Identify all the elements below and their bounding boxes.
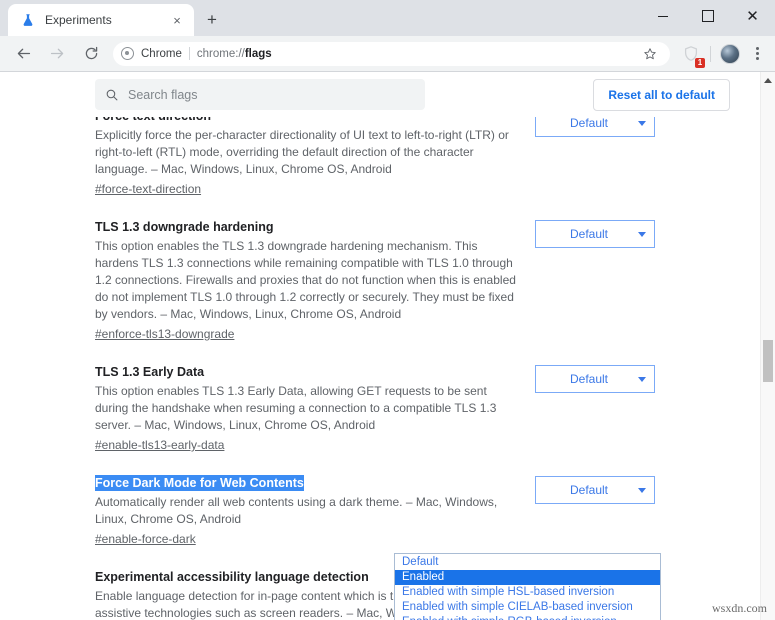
- browser-tab[interactable]: Experiments ×: [8, 4, 194, 36]
- omnibox-url-suffix: flags: [244, 47, 272, 60]
- flag-title: Force Dark Mode for Web Contents: [95, 475, 304, 491]
- omnibox-scheme-label: Chrome: [141, 47, 182, 60]
- extension-badge: 1: [695, 57, 705, 68]
- omnibox-url: chrome://flags: [197, 48, 272, 60]
- dropdown-option[interactable]: Default: [395, 555, 660, 570]
- forward-icon[interactable]: [43, 40, 71, 68]
- chrome-page-icon: [121, 47, 134, 60]
- maximize-button[interactable]: [685, 0, 730, 32]
- flag-row: TLS 1.3 Early Data This option enables T…: [95, 351, 735, 462]
- tab-title: Experiments: [45, 13, 112, 27]
- reload-icon[interactable]: [77, 40, 105, 68]
- chevron-down-icon: [638, 120, 646, 126]
- flag-select[interactable]: Default: [535, 220, 655, 248]
- omnibox-divider: [188, 47, 190, 60]
- flag-description: Explicitly force the per-character direc…: [95, 128, 509, 176]
- flag-title: Experimental accessibility language dete…: [95, 570, 369, 584]
- flag-row: TLS 1.3 downgrade hardening This option …: [95, 206, 735, 351]
- toolbar-divider: [710, 45, 711, 62]
- browser-window: Experiments × + ✕ Chrome chrome://flags …: [0, 0, 775, 620]
- flag-info: Force Dark Mode for Web Contents Automat…: [95, 474, 535, 548]
- flags-sticky-header: Reset all to default: [0, 72, 760, 117]
- page-area: Reset all to default Force text directio…: [0, 72, 775, 620]
- chevron-down-icon: [638, 231, 646, 237]
- flag-anchor-link[interactable]: #force-text-direction: [95, 182, 201, 196]
- chevron-down-icon: [638, 487, 646, 493]
- flag-select[interactable]: Default: [535, 365, 655, 393]
- page-scrollbar[interactable]: [760, 72, 775, 620]
- omnibox-url-prefix: chrome://: [196, 47, 245, 60]
- title-bar: Experiments × + ✕: [0, 0, 775, 36]
- tab-strip: Experiments × +: [0, 0, 226, 36]
- flag-control: Default: [535, 363, 655, 393]
- flag-description: This option enables TLS 1.3 Early Data, …: [95, 384, 497, 432]
- scrollbar-thumb[interactable]: [763, 340, 773, 382]
- flag-description: This option enables the TLS 1.3 downgrad…: [95, 239, 516, 321]
- flag-title: TLS 1.3 downgrade hardening: [95, 220, 274, 234]
- flag-select-value: Default: [569, 483, 609, 497]
- flag-anchor-link[interactable]: #enforce-tls13-downgrade: [95, 327, 234, 341]
- scroll-up-arrow-icon[interactable]: [761, 73, 775, 87]
- chevron-down-icon: [638, 376, 646, 382]
- window-close-button[interactable]: ✕: [730, 0, 775, 32]
- flag-anchor-link[interactable]: #enable-tls13-early-data: [95, 438, 224, 452]
- flag-info: Force text direction Explicitly force th…: [95, 107, 535, 198]
- search-input[interactable]: [128, 87, 415, 102]
- flag-info: TLS 1.3 downgrade hardening This option …: [95, 218, 535, 343]
- flask-icon: [20, 12, 36, 28]
- flag-control: Default: [535, 218, 655, 248]
- minimize-button[interactable]: [640, 0, 685, 32]
- reset-all-to-default-button[interactable]: Reset all to default: [593, 78, 730, 111]
- window-controls: ✕: [640, 0, 775, 32]
- flag-select-value: Default: [569, 227, 609, 241]
- search-flags-box[interactable]: [95, 79, 425, 110]
- dropdown-option[interactable]: Enabled: [395, 570, 660, 585]
- back-icon[interactable]: [9, 40, 37, 68]
- dropdown-option[interactable]: Enabled with simple RGB-based inversion: [395, 615, 660, 620]
- flag-control: Default: [535, 474, 655, 504]
- dropdown-option[interactable]: Enabled with simple CIELAB-based inversi…: [395, 600, 660, 615]
- flag-title: TLS 1.3 Early Data: [95, 365, 205, 379]
- flag-description: Automatically render all web contents us…: [95, 495, 498, 526]
- flag-row-force-dark: Force Dark Mode for Web Contents Automat…: [95, 462, 735, 556]
- flag-select-force-dark[interactable]: Default: [535, 476, 655, 504]
- flag-list: Force text direction Explicitly force th…: [0, 109, 760, 620]
- new-tab-button[interactable]: +: [198, 6, 226, 34]
- close-icon[interactable]: ×: [169, 12, 185, 28]
- extension-icon[interactable]: 1: [678, 41, 705, 68]
- flag-select-value: Default: [569, 372, 609, 386]
- flag-anchor-link[interactable]: #enable-force-dark: [95, 532, 196, 546]
- search-icon: [105, 88, 119, 102]
- flag-info: TLS 1.3 Early Data This option enables T…: [95, 363, 535, 454]
- three-dot-menu-icon[interactable]: [745, 42, 769, 66]
- force-dark-dropdown-popup[interactable]: Default Enabled Enabled with simple HSL-ba…: [394, 553, 661, 620]
- flags-page: Reset all to default Force text directio…: [0, 72, 760, 620]
- watermark: wsxdn.com: [712, 601, 767, 615]
- bookmark-star-icon[interactable]: [638, 42, 662, 66]
- dropdown-option[interactable]: Enabled with simple HSL-based inversion: [395, 585, 660, 600]
- avatar[interactable]: [720, 43, 740, 64]
- flag-select-value: Default: [569, 116, 609, 130]
- browser-toolbar: Chrome chrome://flags 1: [0, 36, 775, 72]
- address-bar[interactable]: Chrome chrome://flags: [113, 41, 670, 66]
